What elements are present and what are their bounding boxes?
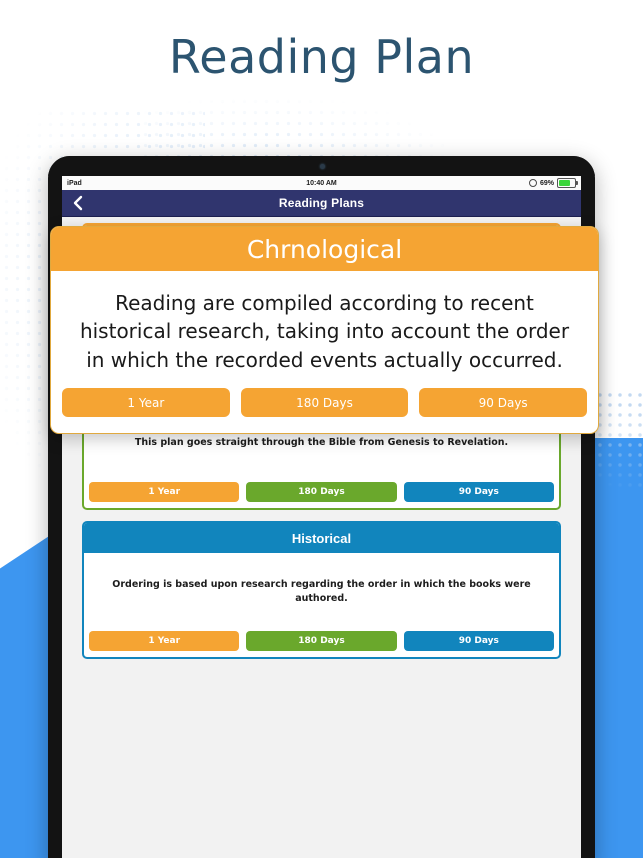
plan-button-90-days[interactable]: 90 Days [403, 482, 554, 502]
modal-description: Reading are compiled according to recent… [79, 291, 570, 372]
app-navbar: Reading Plans [62, 190, 581, 217]
plan-card-actions: 1 Year 180 Days 90 Days [84, 482, 559, 508]
plan-card-historical[interactable]: Historical Ordering is based upon resear… [82, 521, 561, 659]
plan-description: Ordering is based upon research regardin… [112, 579, 531, 604]
plan-button-180-days[interactable]: 180 Days [246, 482, 397, 502]
front-camera-icon [320, 164, 325, 169]
plan-button-180-days[interactable]: 180 Days [246, 631, 397, 651]
modal-button-90-days[interactable]: 90 Days [419, 388, 588, 418]
location-icon [528, 179, 537, 187]
modal-button-1-year[interactable]: 1 Year [62, 388, 230, 418]
modal-header: Chrnological [51, 227, 598, 271]
ios-status-bar: iPad 10:40 AM 69% [62, 176, 581, 190]
plan-description: This plan goes straight through the Bibl… [134, 437, 509, 449]
page-title: Reading Plan [168, 30, 475, 84]
status-clock: 10:40 AM [306, 179, 337, 187]
plan-card-actions: 1 Year 180 Days 90 Days [84, 631, 559, 657]
plan-button-1-year[interactable]: 1 Year [89, 482, 240, 502]
back-button[interactable] [72, 195, 85, 211]
plan-detail-modal[interactable]: Chrnological Reading are compiled accord… [50, 226, 599, 435]
battery-icon [557, 178, 578, 188]
modal-button-180-days[interactable]: 180 Days [240, 388, 409, 418]
device-top-bezel [48, 156, 595, 176]
plan-card-title: Historical [291, 530, 352, 546]
plan-button-1-year[interactable]: 1 Year [89, 631, 240, 651]
plan-button-90-days[interactable]: 90 Days [403, 631, 554, 651]
modal-actions: 1 Year 180 Days 90 Days [51, 384, 598, 433]
navbar-title: Reading Plans [278, 196, 365, 210]
battery-percent-label: 69% [539, 179, 554, 187]
modal-title: Chrnological [246, 234, 403, 264]
status-right-group: 69% [528, 178, 578, 188]
screenshot-stage: Reading Plan iPad 10:40 AM 69% Reading P… [0, 0, 643, 858]
plan-card-body: Ordering is based upon research regardin… [84, 553, 559, 631]
plan-card-header: Historical [84, 523, 559, 553]
